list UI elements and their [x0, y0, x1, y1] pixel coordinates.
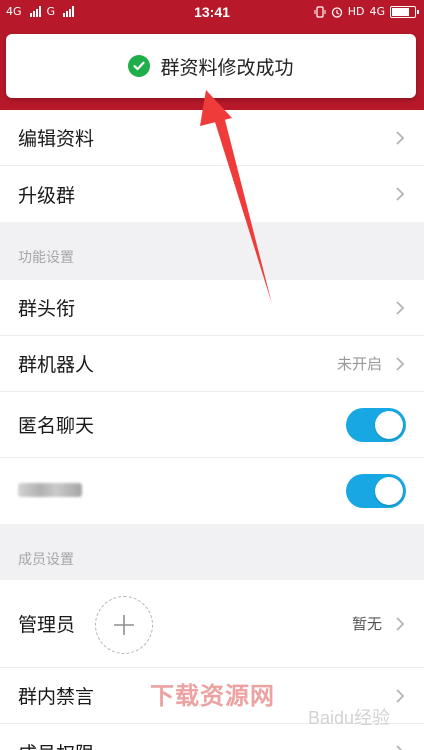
- section-title-member: 成员设置: [18, 552, 74, 568]
- row-group-title[interactable]: 群头衔: [0, 280, 424, 336]
- row-admins[interactable]: 管理员 暂无: [0, 580, 424, 668]
- settings-group-top: 编辑资料 升级群: [0, 110, 424, 222]
- hd-label: HD: [347, 5, 365, 18]
- row-label: 升级群: [18, 184, 76, 207]
- battery-fill: [392, 7, 409, 16]
- row-anonymous-chat: 匿名聊天: [0, 392, 424, 458]
- alarm-icon: [331, 6, 342, 18]
- battery-icon: [390, 5, 419, 18]
- chevron-right-icon: [396, 616, 405, 631]
- site-watermark: 下载资源网: [150, 682, 275, 710]
- chevron-right-icon: [396, 130, 405, 145]
- network-label-3: 4G: [369, 5, 385, 18]
- blurred-label: [18, 483, 82, 497]
- baidu-watermark: Baidu经验: [308, 708, 391, 728]
- row-label: 匿名聊天: [18, 415, 95, 437]
- row-label: 编辑资料: [18, 128, 95, 150]
- chevron-right-icon: [396, 187, 405, 201]
- vibrate-icon: [314, 5, 326, 18]
- row-label: 成员权限: [18, 739, 394, 750]
- success-toast: 群资料修改成功: [6, 34, 416, 98]
- chevron-right-icon: [396, 300, 405, 315]
- add-admin-button[interactable]: [95, 596, 153, 654]
- section-title-function: 功能设置: [18, 250, 74, 266]
- settings-group-function: 群头衔 群机器人 未开启 匿名聊天: [0, 280, 424, 524]
- row-group-robot[interactable]: 群机器人 未开启: [0, 336, 424, 392]
- chevron-right-icon: [396, 688, 405, 703]
- status-bar: 4G G 13:41 HD 4G: [0, 0, 424, 26]
- chevron-right-icon: [396, 745, 403, 750]
- row-value: 未开启: [336, 355, 382, 373]
- row-label: 群头衔: [18, 298, 76, 320]
- row-label-blurred: [18, 480, 346, 502]
- row-value: 暂无: [351, 615, 382, 633]
- row-upgrade-group[interactable]: 升级群: [0, 166, 424, 222]
- chevron-right-icon: [396, 356, 405, 371]
- blurred-setting-toggle[interactable]: [346, 474, 406, 508]
- row-label: 群机器人: [18, 354, 95, 376]
- row-edit-profile[interactable]: 编辑资料: [0, 110, 424, 166]
- row-label: 管理员: [18, 614, 76, 636]
- anonymous-chat-toggle[interactable]: [346, 407, 406, 442]
- status-right: HD 4G: [314, 5, 419, 18]
- row-blurred-setting: [0, 458, 424, 524]
- plus-icon: [114, 615, 134, 635]
- check-circle-icon: [128, 55, 151, 77]
- toast-text: 群资料修改成功: [160, 56, 294, 79]
